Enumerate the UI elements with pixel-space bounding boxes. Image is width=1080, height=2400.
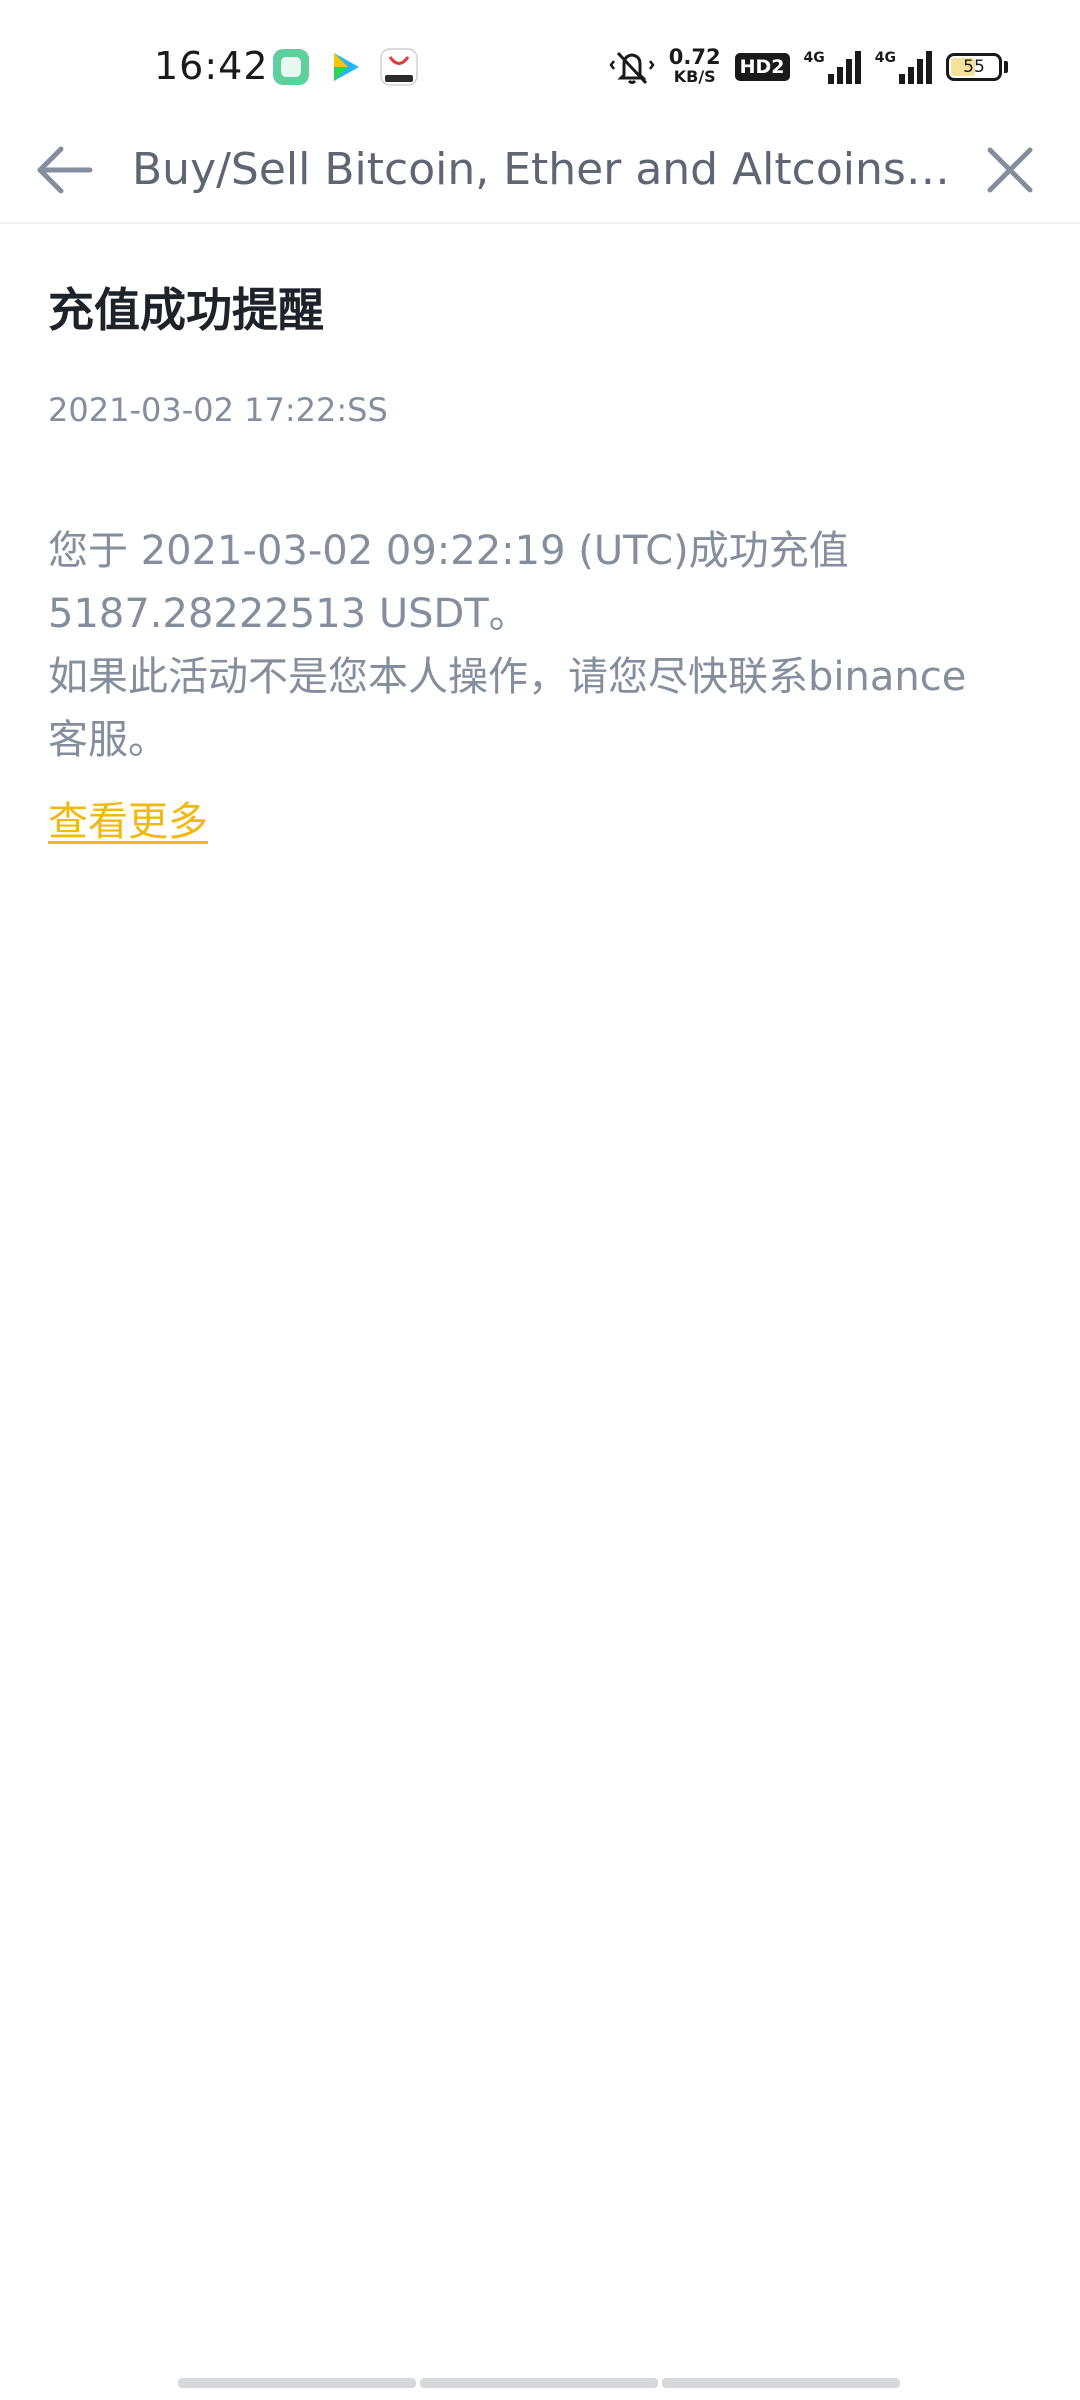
view-more-link[interactable]: 查看更多 — [48, 794, 208, 850]
notice-body-line: 客服。 — [48, 717, 168, 763]
gesture-bar-segment — [178, 2378, 416, 2388]
close-icon — [987, 147, 1033, 193]
status-bar: 16:42 0.72 KB/S HD2 4G 4G 55 — [0, 0, 1080, 136]
notice-body-line: 如果此活动不是您本人操作，请您尽快联系binance — [48, 654, 967, 700]
video-play-icon — [334, 53, 359, 81]
back-button[interactable] — [28, 134, 100, 206]
gesture-bar[interactable] — [178, 2378, 900, 2388]
signal-2-label: 4G — [874, 50, 896, 66]
hd-badge: HD2 — [734, 53, 790, 81]
browser-header: Buy/Sell Bitcoin, Ether and Altcoins | C… — [0, 118, 1080, 224]
signal-icon — [827, 51, 861, 84]
back-arrow-icon — [37, 146, 93, 194]
battery-tip — [1004, 61, 1008, 73]
net-speed: 0.72 KB/S — [668, 45, 721, 87]
net-speed-value: 0.72 — [668, 45, 721, 69]
notice-time: 2021-03-02 17:22:SS — [48, 391, 388, 429]
signal-1: 4G — [804, 50, 861, 84]
app-cart-icon — [380, 48, 418, 86]
battery-icon: 55 — [946, 53, 1002, 81]
notice-body-line: 5187.28222513 USDT。 — [48, 591, 529, 637]
page: 16:42 0.72 KB/S HD2 4G 4G 55 Buy/Sell Bi… — [0, 0, 1080, 2400]
status-time: 16:42 — [154, 44, 269, 88]
close-button[interactable] — [974, 134, 1046, 206]
gesture-bar-segment — [662, 2378, 900, 2388]
notice-title: 充值成功提醒 — [48, 283, 324, 337]
gesture-bar-segment — [420, 2378, 658, 2388]
signal-icon — [899, 51, 932, 84]
notification-icons — [272, 48, 418, 86]
signal-2: 4G — [875, 50, 932, 84]
mute-vibrate-icon — [609, 51, 655, 85]
battery-level: 55 — [963, 57, 985, 77]
notice-content: 充值成功提醒 2021-03-02 17:22:SS 您于 2021-03-02… — [48, 280, 1038, 850]
app-green-square-icon — [273, 49, 309, 85]
net-speed-unit: KB/S — [673, 67, 716, 86]
page-title: Buy/Sell Bitcoin, Ether and Altcoins | C… — [132, 144, 962, 195]
notice-body-line: 您于 2021-03-02 09:22:19 (UTC)成功充值 — [48, 528, 849, 574]
signal-1-label: 4G — [803, 50, 825, 66]
notice-body: 您于 2021-03-02 09:22:19 (UTC)成功充值 5187.28… — [48, 520, 1038, 772]
status-indicators: 0.72 KB/S HD2 4G 4G 55 — [609, 44, 1008, 90]
